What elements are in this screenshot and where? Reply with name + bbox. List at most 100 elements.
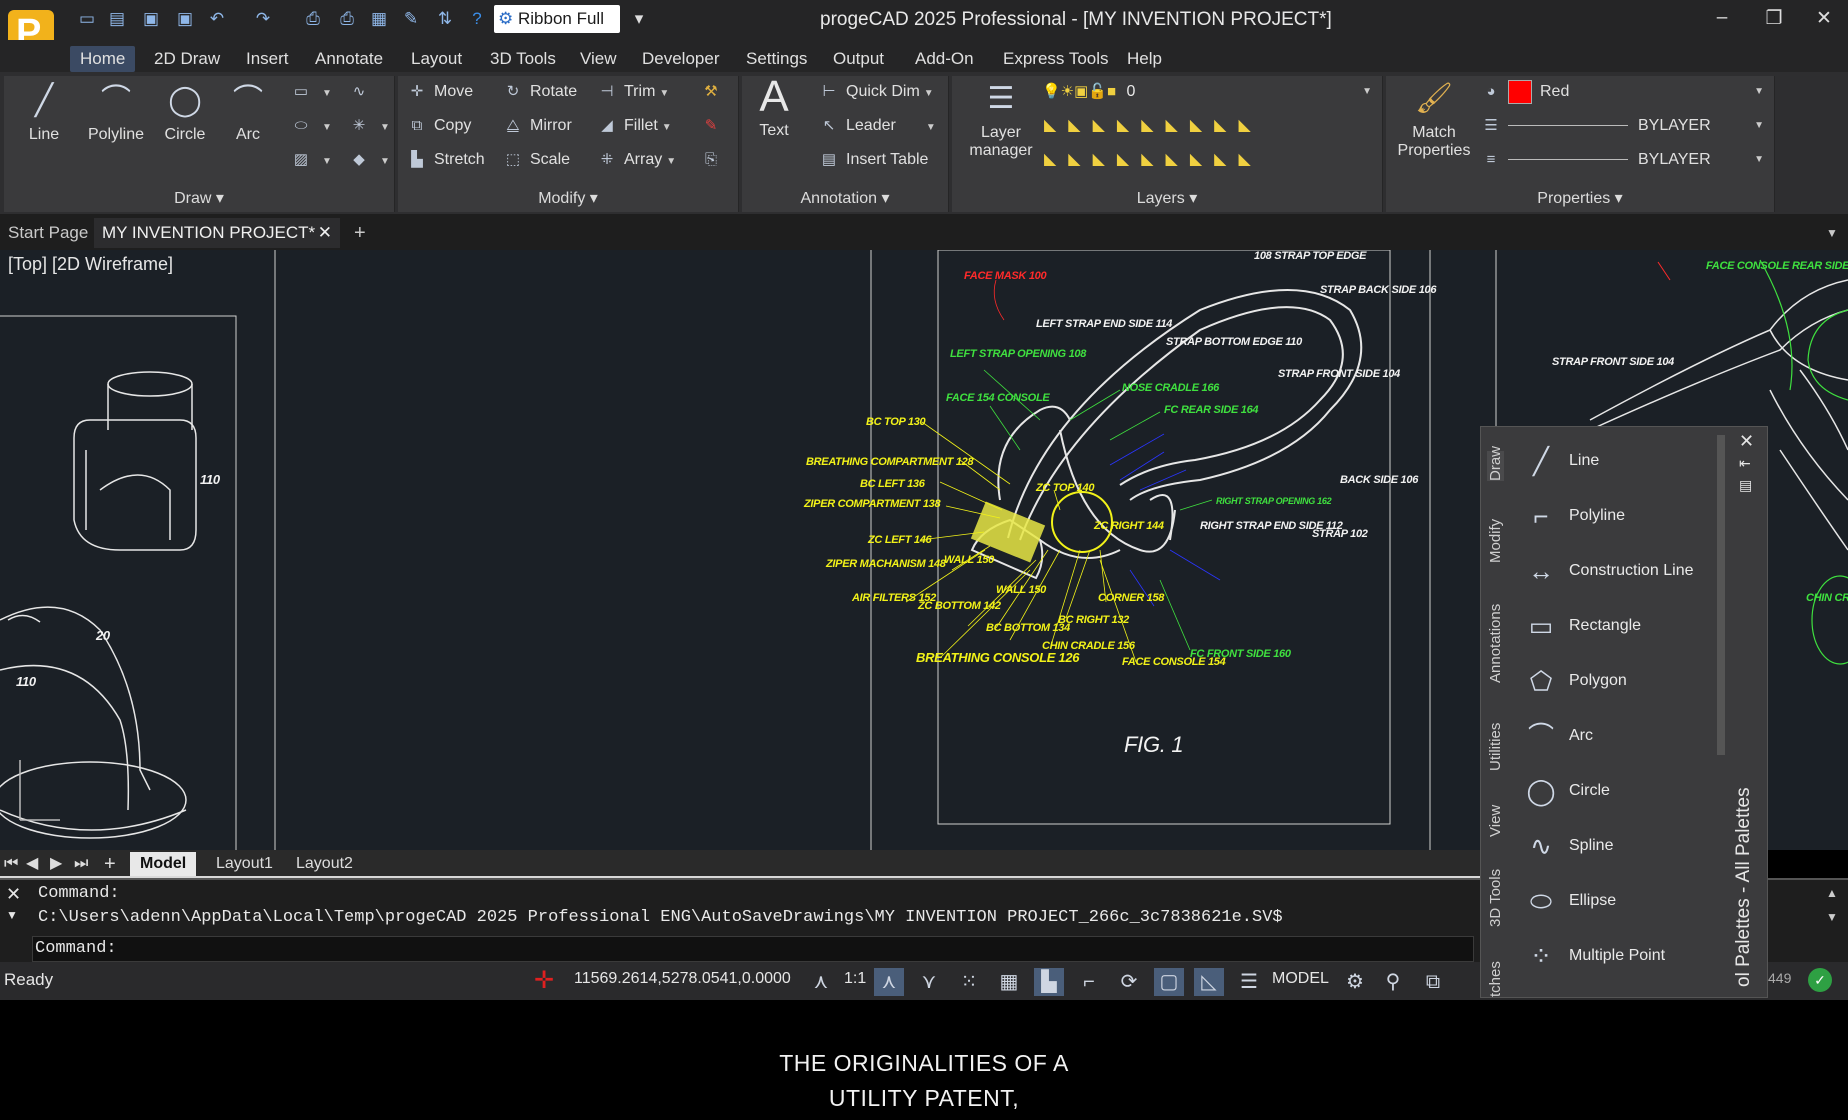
restore-button[interactable]: ❐ — [1754, 7, 1794, 33]
first-layout-button[interactable]: ⏮ — [2, 852, 20, 876]
insert-table-tool[interactable]: ▤ Insert Table — [818, 148, 929, 172]
menu-help[interactable]: Help — [1117, 46, 1172, 72]
menu-settings[interactable]: Settings — [736, 46, 817, 72]
mirror-tool[interactable]: ⧋ Mirror — [502, 114, 571, 138]
tab-layout2[interactable]: Layout2 — [286, 852, 363, 876]
stretch-tool[interactable]: ▙ Stretch — [406, 148, 484, 172]
open-file-icon[interactable]: ▤ — [106, 8, 128, 30]
auto-hide-palette-icon[interactable]: ⇤ — [1739, 455, 1751, 472]
new-tab-button[interactable]: + — [346, 218, 374, 248]
explode-tool[interactable]: ⚒ — [700, 80, 728, 104]
erase-tool[interactable]: ✎ — [700, 114, 728, 138]
model-space-toggle[interactable]: MODEL — [1272, 970, 1329, 988]
menu-output[interactable]: Output — [823, 46, 894, 72]
rotate-tool[interactable]: ↻ Rotate — [502, 80, 577, 104]
ribbon-mode-toggle[interactable]: ⚙ Ribbon Full — [494, 5, 620, 33]
print-preview-icon[interactable]: ⎙ — [302, 8, 324, 30]
match-brush-icon[interactable]: ✎ — [400, 8, 422, 30]
palette-item-construction-line[interactable]: ↔ Construction Line — [1519, 547, 1719, 595]
tab-start-page[interactable]: Start Page — [0, 218, 96, 248]
modify-panel-title[interactable]: Modify ▾ — [398, 188, 738, 208]
join-tool[interactable]: ⎘ — [700, 148, 728, 172]
palette-item-ellipse[interactable]: ⬭ Ellipse — [1519, 877, 1719, 925]
annotation-visibility-icon[interactable]: ⋏ — [874, 968, 904, 996]
new-file-icon[interactable]: ▭ — [76, 8, 98, 30]
palette-tab-3d-tools[interactable]: 3D Tools — [1487, 869, 1504, 927]
region-small-tool[interactable]: ◆ ▼ — [348, 148, 390, 172]
move-tool[interactable]: ✛ Move — [406, 80, 473, 104]
command-scroll-down-icon[interactable]: ▼ — [1826, 910, 1838, 924]
point-small-tool[interactable]: ✳ ▼ — [348, 114, 390, 138]
save-icon[interactable]: ▣ — [140, 8, 162, 30]
redo-icon[interactable]: ↷ — [252, 8, 274, 30]
layer-tools-row-2[interactable]: ◣◣◣◣◣◣◣◣◣ — [1044, 148, 1263, 172]
settings-gear-icon[interactable]: ⚙ — [1340, 968, 1370, 996]
grid-icon[interactable]: ▦ — [994, 968, 1024, 996]
palette-item-spline[interactable]: ∿ Spline — [1519, 822, 1719, 870]
menu-developer[interactable]: Developer — [632, 46, 730, 72]
menu-layout[interactable]: Layout — [401, 46, 472, 72]
tab-model[interactable]: Model — [130, 852, 197, 876]
rectangle-small-tool[interactable]: ▭ ▼ — [290, 80, 332, 104]
undo-icon[interactable]: ↶ — [206, 8, 228, 30]
palette-item-circle[interactable]: ◯ Circle — [1519, 767, 1719, 815]
draw-panel-title[interactable]: Draw ▾ — [4, 188, 394, 208]
menu-view[interactable]: View — [570, 46, 627, 72]
esnap-icon[interactable]: ⟳ — [1114, 968, 1144, 996]
color-dropdown[interactable]: ◕ Red ▼ — [1480, 80, 1764, 104]
coordinates-readout[interactable]: 11569.2614,5278.0541,0.0000 — [574, 970, 791, 988]
viewport-label[interactable]: [Top] [2D Wireframe] — [8, 254, 173, 275]
polyline-tool[interactable]: ⌒ Polyline — [80, 82, 152, 144]
last-layout-button[interactable]: ⏭ — [72, 852, 90, 876]
menu-express-tools[interactable]: Express Tools — [993, 46, 1119, 72]
spline-small-tool[interactable]: ∿ — [348, 80, 376, 104]
menu-2d-draw[interactable]: 2D Draw — [144, 46, 230, 72]
palette-tab-draw[interactable]: Draw — [1487, 446, 1504, 481]
annotation-scale-value[interactable]: 1:1 — [844, 970, 866, 988]
copy-tool[interactable]: ⧉ Copy — [406, 114, 472, 138]
close-palette-icon[interactable]: ✕ — [1739, 431, 1754, 452]
quick-dim-tool[interactable]: ⊢ Quick Dim ▼ — [818, 80, 933, 104]
lineweight-dropdown[interactable]: ≡ BYLAYER ▼ — [1480, 148, 1764, 172]
circle-tool[interactable]: ◯ Circle — [154, 82, 216, 144]
workspace-icon[interactable]: ⧉ — [1418, 968, 1448, 996]
palette-item-line[interactable]: ╱ Line — [1519, 437, 1719, 485]
layer-tools-row-1[interactable]: ◣◣◣◣◣◣◣◣◣ — [1044, 114, 1263, 138]
tab-list-dropdown-icon[interactable]: ▼ — [1818, 218, 1846, 248]
next-layout-button[interactable]: ▶ — [48, 852, 64, 876]
command-history-toggle-icon[interactable]: ▼ — [6, 908, 18, 922]
check-status-icon[interactable]: ✓ — [1808, 968, 1832, 992]
match-properties-tool[interactable]: 🖌 Match Properties — [1392, 80, 1476, 160]
command-input[interactable]: Command: — [32, 936, 1474, 962]
tablet-icon[interactable]: ☰ — [1234, 968, 1264, 996]
properties-icon[interactable]: ▦ — [368, 8, 390, 30]
linetype-dropdown[interactable]: ☰ BYLAYER ▼ — [1480, 114, 1764, 138]
palette-item-multiple-point[interactable]: ⁘ Multiple Point — [1519, 932, 1719, 980]
text-tool[interactable]: A Text — [746, 75, 802, 140]
palette-tab-view[interactable]: View — [1487, 805, 1504, 837]
line-tool[interactable]: ╱ Line — [10, 82, 78, 144]
close-tab-icon[interactable]: ✕ — [318, 218, 332, 248]
leader-tool[interactable]: ↖ Leader ▼ — [818, 114, 936, 138]
prev-layout-button[interactable]: ◀ — [24, 852, 40, 876]
palette-properties-icon[interactable]: ▤ — [1739, 477, 1752, 494]
palette-item-polygon[interactable]: ⬠ Polygon — [1519, 657, 1719, 705]
etrack-icon[interactable]: ▢ — [1154, 968, 1184, 996]
menu-home[interactable]: Home — [70, 46, 136, 72]
add-layout-button[interactable]: + — [100, 852, 120, 876]
array-tool[interactable]: ⁜ Array ▼ — [596, 148, 676, 172]
palette-item-rectangle[interactable]: ▭ Rectangle — [1519, 602, 1719, 650]
palette-scrollbar[interactable] — [1717, 435, 1725, 755]
menu-insert[interactable]: Insert — [236, 46, 299, 72]
snap-icon[interactable]: ⁙ — [954, 968, 984, 996]
auto-scale-icon[interactable]: ⋎ — [914, 968, 944, 996]
print-icon[interactable]: ⎙ — [336, 8, 358, 30]
palette-tab-utilities[interactable]: Utilities — [1487, 723, 1504, 771]
layers-panel-title[interactable]: Layers ▾ — [952, 188, 1382, 208]
menu-3d-tools[interactable]: 3D Tools — [480, 46, 566, 72]
hatch-small-tool[interactable]: ▨ ▼ — [290, 148, 332, 172]
scale-tool[interactable]: ⬚ Scale — [502, 148, 570, 172]
arc-tool[interactable]: ⌒ Arc — [218, 82, 278, 144]
palette-tab-modify[interactable]: Modify — [1487, 519, 1504, 563]
quick-access-customize-icon[interactable]: ▾ — [628, 8, 650, 30]
